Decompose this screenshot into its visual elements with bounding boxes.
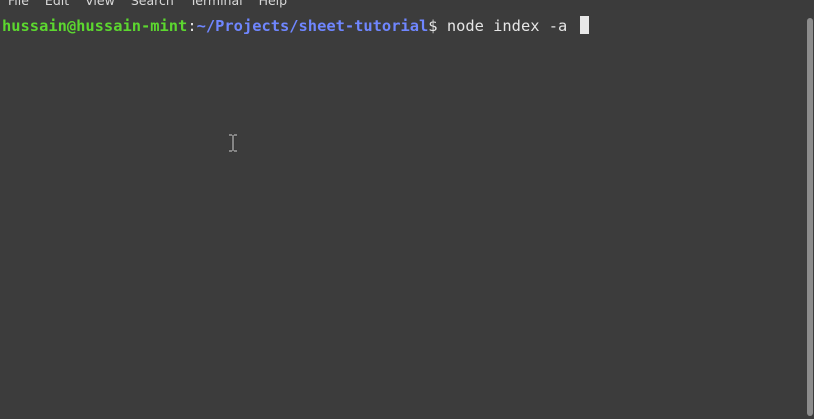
prompt-path: ~/Projects/sheet-tutorial [196, 17, 429, 35]
prompt-separator: : [187, 17, 197, 35]
vertical-scrollbar[interactable] [804, 12, 814, 419]
prompt-user-host: hussain@hussain-mint [2, 17, 188, 35]
prompt-line: hussain@hussain-mint:~/Projects/sheet-tu… [2, 15, 589, 37]
scrollbar-thumb[interactable] [807, 18, 813, 416]
terminal-output-area[interactable]: hussain@hussain-mint:~/Projects/sheet-tu… [0, 12, 804, 419]
menu-help[interactable]: Help [251, 0, 296, 10]
terminal-window: File Edit View Search Terminal Help huss… [0, 0, 814, 419]
prompt-symbol: $ [428, 17, 438, 35]
menu-bar: File Edit View Search Terminal Help [0, 0, 814, 10]
menu-search[interactable]: Search [123, 0, 182, 10]
menu-edit[interactable]: Edit [37, 0, 77, 10]
menu-terminal[interactable]: Terminal [182, 0, 251, 10]
typed-command: node index -a [437, 17, 577, 35]
text-cursor-block [579, 16, 589, 34]
i-beam-cursor-icon [229, 134, 237, 152]
menu-file[interactable]: File [0, 0, 37, 10]
menu-view[interactable]: View [77, 0, 123, 10]
